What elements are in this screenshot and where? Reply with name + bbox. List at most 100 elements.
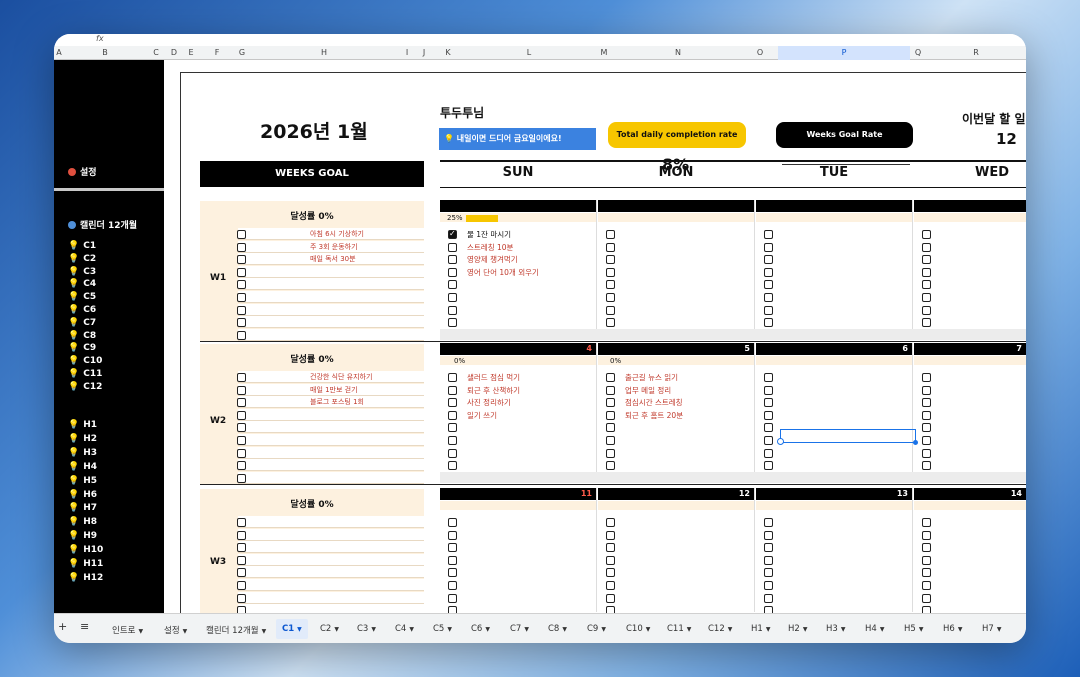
column-header[interactable]: M xyxy=(594,48,614,57)
goal-row[interactable] xyxy=(238,459,424,472)
sidebar-item-c7[interactable]: 💡 C7 xyxy=(68,318,96,328)
caret-down-icon[interactable]: ▼ xyxy=(766,626,771,633)
sidebar-item-c10[interactable]: 💡 C10 xyxy=(68,356,102,366)
task-checkbox[interactable] xyxy=(922,448,931,458)
task-checkbox[interactable] xyxy=(922,318,931,328)
goal-row[interactable] xyxy=(238,516,424,528)
goal-row[interactable] xyxy=(238,591,424,604)
task-checkbox[interactable] xyxy=(606,242,615,252)
task-checkbox[interactable] xyxy=(606,593,615,603)
task-checkbox[interactable] xyxy=(922,518,931,527)
task-checkbox[interactable] xyxy=(764,518,773,527)
task-checkbox[interactable] xyxy=(606,305,615,315)
task-checkbox[interactable] xyxy=(606,255,615,265)
sidebar-item-c9[interactable]: 💡 C9 xyxy=(68,343,96,353)
task-checkbox[interactable] xyxy=(448,461,457,471)
goal-checkbox[interactable] xyxy=(237,242,246,252)
sidebar-item-settings[interactable]: 설정 xyxy=(68,165,97,178)
task-checkbox[interactable] xyxy=(922,293,931,302)
task-checkbox[interactable] xyxy=(448,398,457,408)
sidebar-item-h11[interactable]: 💡 H11 xyxy=(68,559,103,569)
task-checkbox[interactable] xyxy=(922,398,931,408)
task-checkbox[interactable] xyxy=(764,543,773,553)
selected-cell[interactable] xyxy=(780,429,916,443)
task-checkbox[interactable] xyxy=(448,436,457,445)
task-checkbox[interactable] xyxy=(922,230,931,239)
caret-down-icon[interactable]: ▼ xyxy=(138,628,143,635)
task-checkbox[interactable] xyxy=(606,230,615,239)
task-checkbox[interactable] xyxy=(448,448,457,458)
task-checkbox[interactable] xyxy=(448,385,457,395)
goal-checkbox[interactable] xyxy=(237,255,246,265)
caret-down-icon[interactable]: ▼ xyxy=(562,626,567,633)
sidebar-item-calendar[interactable]: 캘린더 12개월 xyxy=(68,218,137,231)
task-checkbox[interactable] xyxy=(448,606,457,613)
sheet-tab-c9[interactable]: C9 ▼ xyxy=(587,624,606,634)
task-checkbox[interactable] xyxy=(922,606,931,613)
caret-down-icon[interactable]: ▼ xyxy=(409,626,414,633)
sheet-tab-인트로[interactable]: 인트로 ▼ xyxy=(112,624,143,636)
task-checkbox[interactable] xyxy=(606,267,615,277)
task-checkbox[interactable] xyxy=(448,280,457,290)
caret-down-icon[interactable]: ▼ xyxy=(524,626,529,633)
sheet-tab-h7[interactable]: H7 ▼ xyxy=(982,624,1001,634)
goal-row[interactable] xyxy=(238,471,424,484)
sheet-tab-c8[interactable]: C8 ▼ xyxy=(548,624,567,634)
task-checkbox[interactable] xyxy=(764,448,773,458)
task-checkbox[interactable] xyxy=(764,461,773,471)
column-header[interactable]: N xyxy=(614,48,742,57)
task-checkbox[interactable] xyxy=(606,423,615,433)
task-checkbox[interactable] xyxy=(764,242,773,252)
column-header[interactable]: A xyxy=(54,48,64,57)
task-checkbox[interactable] xyxy=(606,410,615,420)
add-sheet-icon[interactable]: + xyxy=(58,620,67,633)
task-checkbox[interactable] xyxy=(764,436,773,445)
caret-down-icon[interactable]: ▼ xyxy=(183,628,188,635)
sheet-tab-h2[interactable]: H2 ▼ xyxy=(788,624,807,634)
caret-down-icon[interactable]: ▼ xyxy=(297,626,302,633)
goal-row[interactable] xyxy=(238,408,424,421)
goal-checkbox[interactable] xyxy=(237,373,246,382)
goal-checkbox[interactable] xyxy=(237,530,246,540)
task-checkbox[interactable] xyxy=(764,267,773,277)
goal-checkbox[interactable] xyxy=(237,518,246,527)
task-checkbox[interactable] xyxy=(448,305,457,315)
task-checkbox[interactable] xyxy=(922,255,931,265)
goal-checkbox[interactable] xyxy=(237,473,246,483)
task-checkbox[interactable] xyxy=(922,267,931,277)
task-checkbox[interactable] xyxy=(764,581,773,590)
sheet-tab-h4[interactable]: H4 ▼ xyxy=(865,624,884,634)
sidebar-item-h4[interactable]: 💡 H4 xyxy=(68,462,97,472)
task-checkbox[interactable] xyxy=(764,305,773,315)
column-header[interactable]: K xyxy=(432,48,464,57)
sheet-tab-c2[interactable]: C2 ▼ xyxy=(320,624,339,634)
sheet-tab-c11[interactable]: C11 ▼ xyxy=(667,624,691,634)
task-checkbox[interactable] xyxy=(448,581,457,590)
task-checkbox[interactable] xyxy=(922,543,931,553)
column-header[interactable]: E xyxy=(182,48,200,57)
task-checkbox[interactable] xyxy=(448,593,457,603)
task-checkbox[interactable] xyxy=(448,423,457,433)
sheet-tab-c5[interactable]: C5 ▼ xyxy=(433,624,452,634)
sheet-tab-c1[interactable]: C1 ▼ xyxy=(276,619,308,639)
sidebar-item-c4[interactable]: 💡 C4 xyxy=(68,279,96,289)
sidebar-item-h7[interactable]: 💡 H7 xyxy=(68,503,97,513)
goal-checkbox[interactable] xyxy=(237,267,246,277)
column-header[interactable]: G xyxy=(234,48,250,57)
goal-checkbox[interactable] xyxy=(237,461,246,471)
task-checkbox[interactable] xyxy=(764,230,773,239)
all-sheets-icon[interactable]: ≡ xyxy=(80,620,89,633)
caret-down-icon[interactable]: ▼ xyxy=(728,626,733,633)
task-checkbox[interactable] xyxy=(606,318,615,328)
column-header[interactable]: J xyxy=(416,48,432,57)
goal-checkbox[interactable] xyxy=(237,230,246,239)
task-checkbox[interactable] xyxy=(764,398,773,408)
column-header[interactable]: C xyxy=(146,48,166,57)
task-checkbox[interactable] xyxy=(764,255,773,265)
caret-down-icon[interactable]: ▼ xyxy=(919,626,924,633)
sheet-tab-h6[interactable]: H6 ▼ xyxy=(943,624,962,634)
task-checkbox[interactable] xyxy=(764,373,773,382)
sidebar-item-h5[interactable]: 💡 H5 xyxy=(68,476,97,486)
goal-checkbox[interactable] xyxy=(237,410,246,420)
task-checkbox[interactable] xyxy=(448,543,457,553)
